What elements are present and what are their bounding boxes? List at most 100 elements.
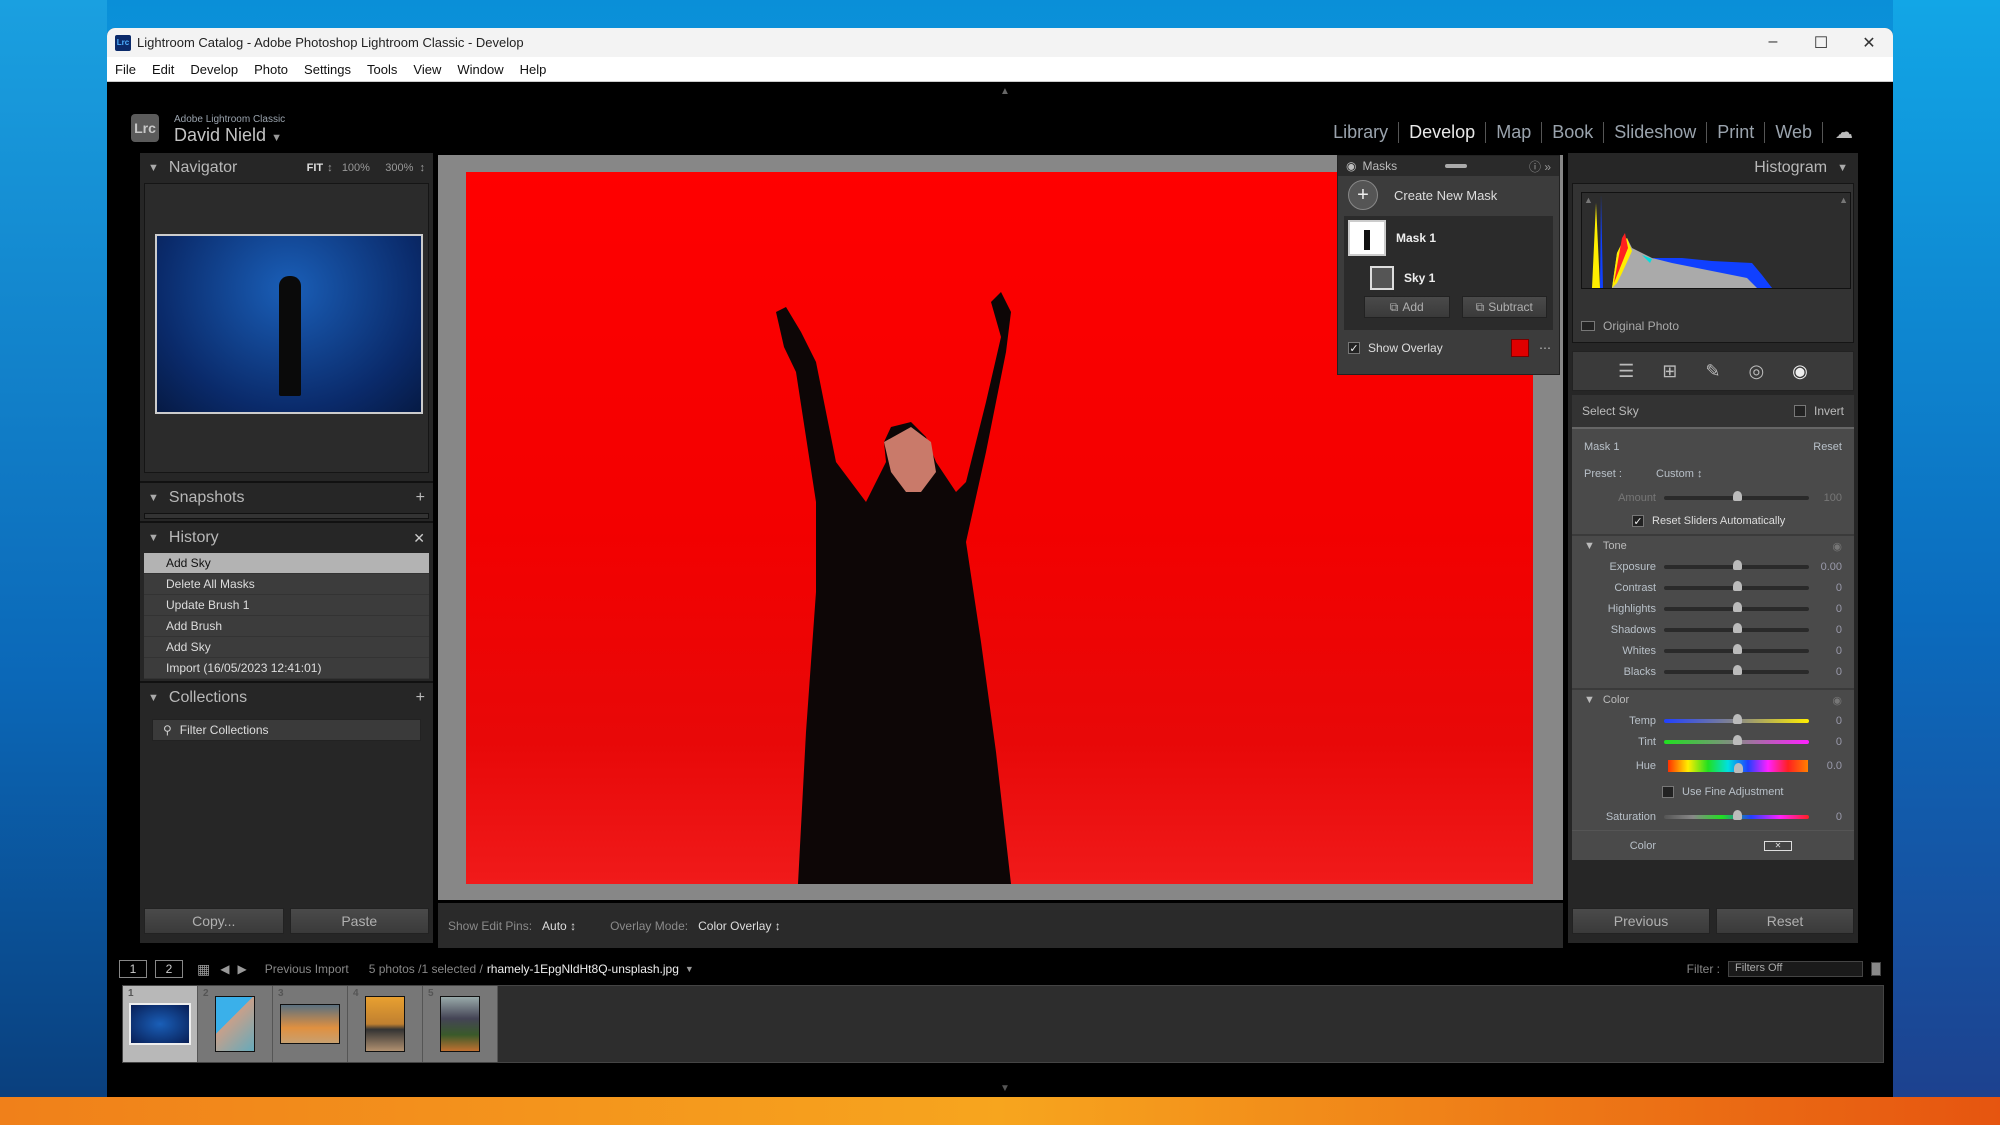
temp-slider[interactable] [1664,713,1809,724]
more-options-icon[interactable]: ⋯ [1539,341,1551,355]
histogram[interactable]: ▲ ▲ Original Photo [1572,183,1854,343]
slider-knob[interactable] [1732,580,1742,591]
fine-adjustment-checkbox[interactable] [1662,786,1674,798]
color-swatch-none-icon[interactable]: ✕ [1764,840,1792,851]
eye-icon[interactable]: ◉ [1346,159,1356,173]
create-new-mask-button[interactable]: + Create New Mask [1338,176,1559,214]
collapse-top-arrow-icon[interactable]: ▲ [1000,86,1010,97]
snapshots-header[interactable]: ▼ Snapshots + [140,483,433,513]
history-item[interactable]: Import (16/05/2023 12:41:01) [144,658,429,679]
menu-edit[interactable]: Edit [152,62,174,77]
filmstrip-thumbnail[interactable]: 5 [423,986,498,1062]
minimize-icon[interactable]: – [1749,33,1797,53]
highlights-slider[interactable] [1664,601,1809,612]
slider-knob[interactable] [1732,810,1742,820]
color-header[interactable]: ▼ Color ◉ [1572,688,1854,710]
view-1-button[interactable]: 1 [119,960,147,978]
filter-collections-input[interactable]: ⚲ Filter Collections [152,719,421,741]
triangle-down-icon[interactable]: ▼ [148,532,159,544]
menu-photo[interactable]: Photo [254,62,288,77]
menu-view[interactable]: View [413,62,441,77]
reset-mask-link[interactable]: Reset [1813,441,1842,453]
history-item[interactable]: Add Sky [144,637,429,658]
filmstrip-thumbnail[interactable]: 2 [198,986,273,1062]
shadows-slider[interactable] [1664,622,1809,633]
collections-header[interactable]: ▼ Collections + [140,683,433,713]
edit-pins-select[interactable]: Auto ↕ [542,919,576,933]
slider-knob[interactable] [1732,734,1742,745]
module-print[interactable]: Print [1707,122,1766,143]
exposure-slider[interactable] [1664,559,1809,570]
add-collection-icon[interactable]: + [416,689,425,707]
shadow-clipping-icon[interactable]: ▲ [1584,195,1593,205]
red-eye-icon[interactable]: ◎ [1748,361,1764,382]
filter-select[interactable]: Filters Off [1728,961,1863,977]
user-name[interactable]: David Nield ▼ [174,125,282,146]
module-library[interactable]: Library [1323,122,1400,143]
selected-filename[interactable]: rhamely-1EpgNldHt8Q-unsplash.jpg [487,962,679,976]
slider-knob[interactable] [1732,622,1742,633]
triangle-down-icon[interactable]: ▼ [148,162,159,174]
zoom-100[interactable]: 100% [342,162,370,174]
copy-button[interactable]: Copy... [144,908,284,934]
mask-component-item[interactable]: Sky 1 [1370,266,1435,290]
masks-header[interactable]: ◉ Masks ⓘ » [1338,156,1559,176]
slider-knob[interactable] [1732,643,1742,654]
histogram-header[interactable]: Histogram ▼ [1568,153,1858,183]
menu-window[interactable]: Window [457,62,503,77]
slider-knob[interactable] [1732,713,1742,724]
eye-icon[interactable]: ◉ [1832,540,1842,553]
collapse-bottom-arrow-icon[interactable]: ▼ [1000,1083,1010,1094]
module-develop[interactable]: Develop [1399,122,1487,143]
menu-develop[interactable]: Develop [190,62,238,77]
drag-handle[interactable] [1445,164,1468,168]
healing-icon[interactable]: ✎ [1705,361,1720,382]
slider-knob[interactable] [1732,559,1742,570]
chevron-down-icon[interactable]: ▼ [271,132,282,144]
cloud-icon[interactable]: ☁ [1823,122,1853,143]
module-web[interactable]: Web [1765,122,1823,143]
triangle-down-icon[interactable]: ▼ [148,692,159,704]
view-2-button[interactable]: 2 [155,960,183,978]
eye-icon[interactable]: ◉ [1832,694,1842,707]
close-icon[interactable]: ✕ [1845,33,1893,53]
saturation-slider[interactable] [1664,810,1809,820]
navigator-thumbnail[interactable] [155,234,423,414]
amount-slider[interactable] [1664,490,1809,501]
triangle-down-icon[interactable]: ▼ [1837,162,1848,174]
reset-sliders-checkbox[interactable]: ✓ [1632,515,1644,528]
add-snapshot-icon[interactable]: + [416,489,425,507]
show-overlay-checkbox[interactable]: ✓ [1348,342,1360,355]
overlay-color-swatch[interactable] [1511,339,1529,357]
menu-settings[interactable]: Settings [304,62,351,77]
filmstrip-thumbnail[interactable]: 4 [348,986,423,1062]
triangle-down-icon[interactable]: ▼ [1584,694,1595,706]
module-book[interactable]: Book [1542,122,1605,143]
menu-tools[interactable]: Tools [367,62,397,77]
paste-button[interactable]: Paste [289,908,429,934]
navigator-preview[interactable] [144,183,429,473]
mask-item[interactable]: Mask 1 [1348,220,1436,256]
chevron-down-icon[interactable]: ▼ [685,964,694,974]
previous-button[interactable]: Previous [1572,908,1710,934]
overlay-mode-select[interactable]: Color Overlay ↕ [698,919,781,933]
original-photo-checkbox[interactable] [1581,321,1595,331]
module-map[interactable]: Map [1486,122,1543,143]
whites-slider[interactable] [1664,643,1809,654]
clear-history-icon[interactable]: ✕ [413,530,425,547]
module-slideshow[interactable]: Slideshow [1604,122,1708,143]
hue-slider[interactable] [1668,760,1808,773]
history-item[interactable]: Add Sky [144,553,429,574]
filmstrip-thumbnail[interactable]: 3 [273,986,348,1062]
filter-lock-icon[interactable] [1871,962,1881,976]
history-item[interactable]: Update Brush 1 [144,595,429,616]
history-item[interactable]: Delete All Masks [144,574,429,595]
grid-icon[interactable]: ▦ [197,961,210,978]
slider-knob[interactable] [1732,601,1742,612]
reset-button[interactable]: Reset [1716,908,1854,934]
menu-file[interactable]: File [115,62,136,77]
subtract-mask-button[interactable]: ⧉ Subtract [1461,296,1547,318]
menu-help[interactable]: Help [520,62,547,77]
filmstrip-thumbnail[interactable]: 1 [123,986,198,1062]
slider-knob[interactable] [1734,763,1743,773]
